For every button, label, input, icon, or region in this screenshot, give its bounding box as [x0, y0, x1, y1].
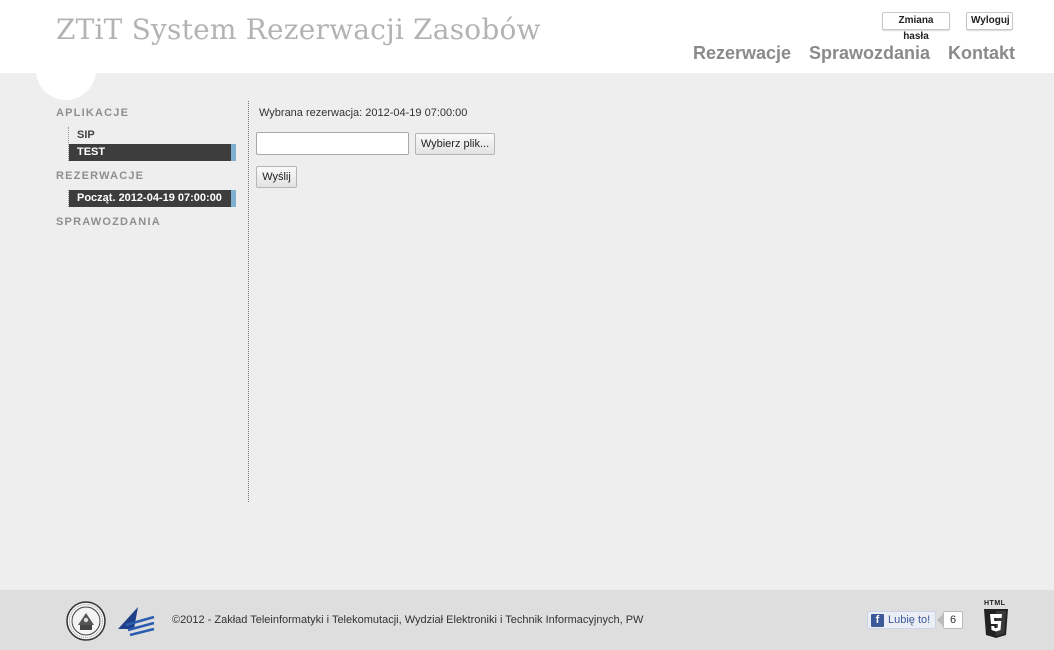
- nav-kontakt[interactable]: Kontakt: [948, 43, 1015, 64]
- selected-reservation-label: Wybrana rezerwacja: 2012-04-19 07:00:00: [259, 107, 468, 119]
- sidebar-heading-aplikacje: APLIKACJE: [56, 107, 130, 119]
- send-button[interactable]: Wyślij: [256, 166, 297, 188]
- footer-copyright: ©2012 - Zakład Teleinformatyki i Telekom…: [172, 614, 644, 626]
- sidebar-list-rezerwacje: Począt. 2012-04-19 07:00:00: [68, 190, 236, 207]
- sidebar-item-test[interactable]: TEST: [69, 144, 236, 161]
- nav-rezerwacje[interactable]: Rezerwacje: [693, 43, 791, 64]
- change-password-button[interactable]: Zmiana hasła: [882, 12, 950, 42]
- site-title: ZTiT System Rezerwacji Zasobów: [56, 13, 541, 46]
- nav-sprawozdania[interactable]: Sprawozdania: [809, 43, 930, 64]
- sidebar-item-sip[interactable]: SIP: [69, 127, 236, 144]
- facebook-like-button[interactable]: f Lubię to!: [867, 611, 936, 629]
- facebook-like-count: 6: [943, 611, 963, 629]
- content-divider: [248, 101, 249, 502]
- sidebar-heading-sprawozdania[interactable]: SPRAWOZDANIA: [56, 216, 161, 228]
- header-circle-decoration: [36, 40, 96, 100]
- faculty-logo-icon: [118, 607, 155, 637]
- sidebar-heading-rezerwacje: REZERWACJE: [56, 170, 145, 182]
- choose-file-button[interactable]: Wybierz plik...: [415, 133, 495, 155]
- facebook-like-label: Lubię to!: [888, 614, 931, 626]
- html5-label: HTML: [984, 600, 1006, 607]
- sidebar-list-aplikacje: SIP TEST: [68, 127, 236, 161]
- file-path-input[interactable]: [256, 132, 409, 155]
- facebook-icon: f: [871, 614, 884, 627]
- sidebar-item-reservation[interactable]: Począt. 2012-04-19 07:00:00: [69, 190, 236, 207]
- university-seal-icon: [66, 601, 106, 641]
- logout-button[interactable]: Wyloguj: [966, 12, 1013, 30]
